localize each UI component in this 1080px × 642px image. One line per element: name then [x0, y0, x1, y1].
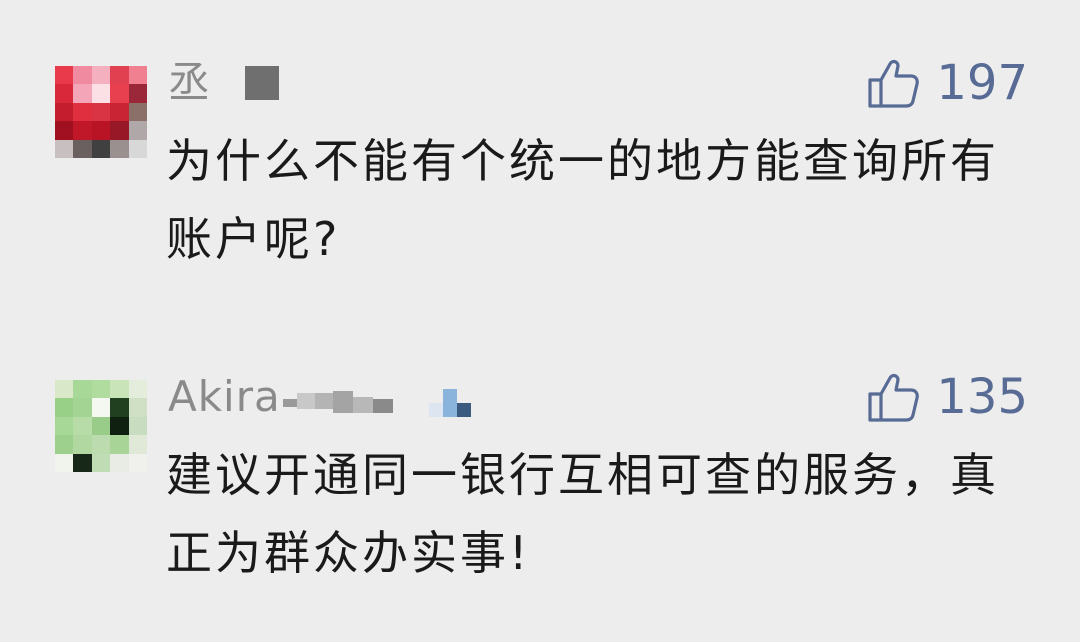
- avatar-pixel: [110, 121, 129, 140]
- avatar-pixel: [91, 416, 111, 436]
- avatar[interactable]: [55, 66, 147, 158]
- avatar-pixel: [55, 84, 74, 103]
- avatar-pixel: [128, 139, 147, 158]
- avatar-pixel: [128, 453, 147, 472]
- avatar-pixel: [73, 66, 92, 85]
- avatar-pixel: [128, 66, 147, 85]
- avatar-pixel: [73, 84, 92, 103]
- avatar-pixel: [55, 102, 74, 122]
- avatar-pixel: [128, 380, 147, 399]
- username[interactable]: 丞: [168, 62, 211, 104]
- avatar-pixel: [91, 84, 111, 103]
- avatar-pixel: [110, 66, 129, 85]
- comment-header: 丞: [168, 52, 280, 114]
- avatar-pixel: [128, 84, 147, 103]
- avatar-pixel: [110, 139, 129, 158]
- avatar-pixel: [128, 398, 147, 417]
- avatar-pixel: [55, 435, 74, 454]
- avatar-pixel: [128, 121, 147, 140]
- avatar-pixel: [91, 398, 111, 417]
- avatar-pixel: [91, 121, 111, 140]
- avatar-pixel: [128, 435, 147, 454]
- redacted-name-block: [282, 377, 393, 417]
- comment-header: Akira: [168, 366, 471, 428]
- avatar-pixel: [110, 435, 129, 454]
- avatar-pixel: [110, 398, 129, 417]
- comment-text: 为什么不能有个统一的地方能查询所有账户呢?: [166, 134, 999, 266]
- avatar-pixel: [91, 380, 111, 399]
- avatar-pixel: [73, 435, 92, 454]
- avatar-pixel: [73, 398, 92, 417]
- redacted-badge: [428, 377, 471, 417]
- avatar-pixel: [55, 416, 74, 436]
- avatar-pixel: [55, 139, 74, 158]
- avatar-pixel: [110, 380, 129, 399]
- avatar-pixel: [73, 453, 92, 472]
- redacted-name-block: [245, 66, 280, 100]
- username[interactable]: Akira: [168, 376, 281, 418]
- like-button[interactable]: 135: [866, 370, 1028, 424]
- avatar-pixel: [110, 453, 129, 472]
- avatar-pixel: [91, 66, 111, 85]
- avatar-pixel: [55, 380, 74, 399]
- avatar-pixel: [110, 84, 129, 103]
- avatar-pixel: [91, 453, 111, 472]
- avatar-pixel: [128, 102, 147, 122]
- avatar-pixel: [55, 453, 74, 472]
- thumbs-up-icon: [868, 373, 920, 422]
- like-count: 135: [936, 369, 1028, 425]
- avatar-pixel: [73, 139, 92, 158]
- comment-text: 建议开通同一银行互相可查的服务，真正为群众办实事!: [166, 448, 999, 580]
- avatar-pixel: [55, 121, 74, 140]
- avatar-pixel: [55, 66, 74, 85]
- avatar-pixel: [91, 102, 111, 122]
- avatar-pixel: [73, 416, 92, 436]
- like-count: 197: [936, 55, 1028, 111]
- avatar-pixel: [110, 102, 129, 122]
- avatar-pixel: [73, 102, 92, 122]
- avatar-pixel: [73, 121, 92, 140]
- avatar-pixel: [128, 416, 147, 436]
- avatar[interactable]: [55, 380, 147, 472]
- avatar-pixel: [91, 435, 111, 454]
- like-button[interactable]: 197: [866, 56, 1028, 110]
- comment-list: 丞 197 为什么不能有个统一的地方能查询所有账户呢? Akira 135 建议…: [0, 0, 1080, 642]
- avatar-pixel: [110, 416, 129, 436]
- avatar-pixel: [91, 139, 111, 158]
- thumbs-up-icon: [868, 59, 920, 108]
- avatar-pixel: [73, 380, 92, 399]
- avatar-pixel: [55, 398, 74, 417]
